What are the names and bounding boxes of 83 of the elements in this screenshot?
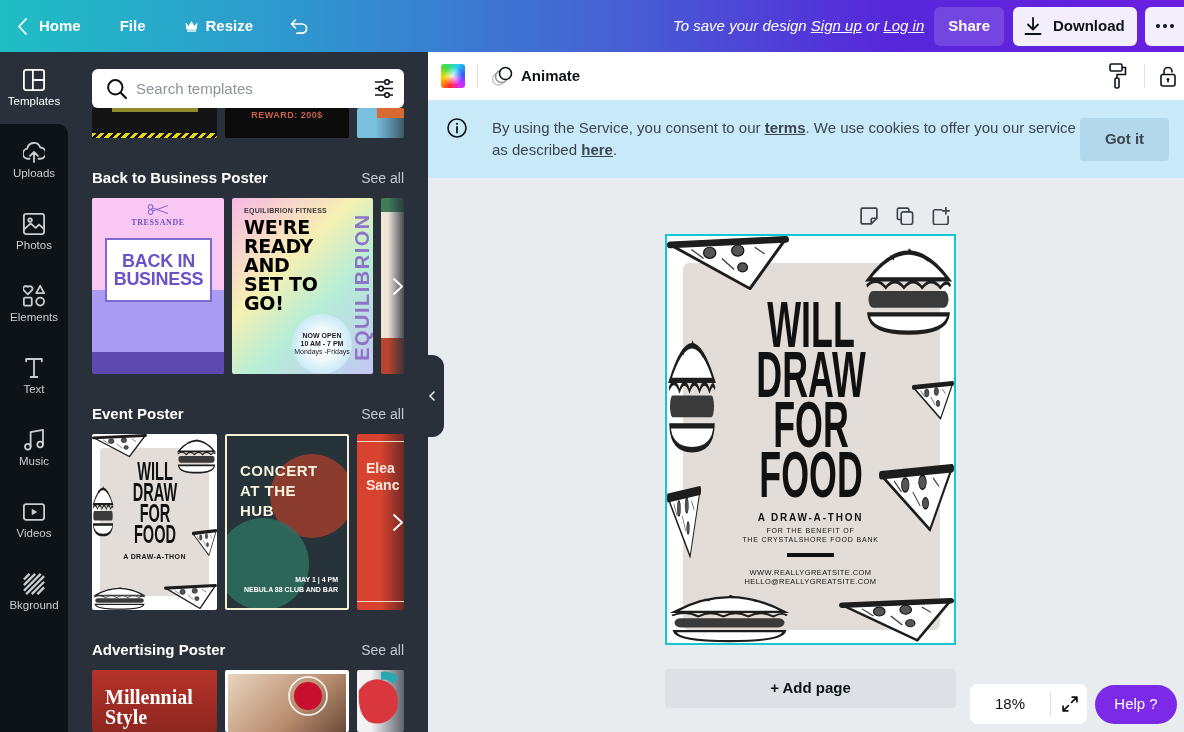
template-thumbnail[interactable]: TRESSANDE BACK IN BUSINESS [92, 198, 224, 374]
here-link[interactable]: here [581, 141, 613, 158]
cookie-notice-text: By using the Service, you consent to our terms. We use cookies to offer you our service as described here. [492, 118, 1077, 160]
add-page-icon[interactable] [932, 207, 950, 225]
sidebar-tab[interactable]: Photos [0, 196, 68, 268]
template-thumbnail[interactable] [92, 108, 217, 138]
section-title: Event Poster [92, 403, 184, 424]
help-button[interactable]: Help ? [1095, 685, 1177, 724]
more-icon [1155, 24, 1174, 28]
more-options-button[interactable] [1145, 6, 1184, 46]
sidebar-tab[interactable]: Uploads [0, 124, 68, 196]
burger-drawing [92, 584, 147, 610]
layout-icon [23, 69, 45, 91]
overlapping-circles-icon [491, 66, 513, 86]
scissors-icon [147, 204, 169, 215]
see-all-link[interactable]: See all [361, 167, 404, 189]
pizza-slice-drawing [92, 434, 147, 458]
stripes-icon [23, 573, 45, 595]
template-thumbnail[interactable] [357, 670, 404, 732]
note-icon[interactable] [860, 207, 878, 225]
chevron-right-icon[interactable] [393, 278, 403, 295]
template-headline: Elea [366, 460, 396, 477]
sidebar-tab[interactable]: Text [0, 340, 68, 412]
circle-emblem-icon [288, 676, 328, 716]
sidebar-tab[interactable]: Bkground [0, 556, 68, 628]
vertical-brand-text: EQUILIBRION [352, 212, 372, 363]
download-button[interactable]: Download [1013, 6, 1137, 46]
sidebar-tab[interactable]: Music [0, 412, 68, 484]
info-icon [447, 118, 467, 138]
template-headline: REWARD: 200$ [251, 110, 323, 120]
sidebar-tab[interactable]: Elements [0, 268, 68, 340]
animate-button[interactable]: Animate [491, 58, 581, 94]
got-it-button[interactable]: Got it [1080, 117, 1169, 161]
collapse-panel-handle[interactable] [428, 355, 444, 437]
section-title: Back to Business Poster [92, 167, 268, 188]
template-thumbnail[interactable] [357, 108, 404, 138]
see-all-link[interactable]: See all [361, 639, 404, 661]
pizza-slice-drawing [912, 381, 954, 421]
section-title: Advertising Poster [92, 639, 226, 660]
poster-subtitle: A DRAW-A-THON [757, 512, 864, 524]
zoom-level-button[interactable]: 18% [970, 684, 1050, 724]
save-prompt-text: To save your design Sign up or Log in [673, 15, 925, 36]
undo-icon[interactable] [290, 18, 309, 34]
color-swatch-icon[interactable] [441, 64, 465, 88]
brand-name: TRESSANDE [131, 218, 185, 228]
log-in-link[interactable]: Log in [883, 16, 925, 34]
filter-icon[interactable] [374, 79, 394, 98]
download-icon [1024, 17, 1042, 35]
template-headline: WILL DRAW FOR FOOD [131, 461, 178, 545]
pizza-slice-drawing [164, 584, 217, 610]
template-headline: Millennial Style [105, 687, 194, 727]
chevron-right-icon[interactable] [393, 514, 403, 531]
search-icon [107, 79, 127, 99]
template-headline: BACK IN BUSINESS [112, 252, 205, 288]
cloud-upload-icon [23, 141, 45, 163]
template-thumbnail[interactable]: Millennial Style [92, 670, 217, 732]
lock-icon[interactable] [1160, 65, 1176, 87]
accent-bar [787, 553, 834, 557]
expand-icon[interactable] [1062, 696, 1078, 712]
template-headline: Sanc [366, 477, 400, 494]
terms-link[interactable]: terms [764, 119, 806, 136]
template-thumbnail[interactable]: REWARD: 200$ [225, 108, 349, 138]
see-all-link[interactable]: See all [361, 403, 404, 425]
pizza-slice-drawing [192, 529, 217, 557]
crown-icon [184, 20, 198, 32]
play-icon [23, 501, 45, 523]
chevron-left-icon [18, 17, 27, 35]
poster-headline: WILL DRAW FOR FOOD [754, 300, 867, 500]
chevron-left-icon [429, 391, 435, 401]
shapes-icon [23, 285, 45, 307]
image-icon [23, 213, 45, 235]
sidebar-tab[interactable]: Videos [0, 484, 68, 556]
search-field[interactable]: Search templates [92, 69, 404, 108]
sign-up-link[interactable]: Sign up [810, 16, 862, 34]
share-button[interactable]: Share [934, 6, 1004, 46]
add-page-button[interactable]: + Add page [665, 669, 956, 708]
template-thumbnail[interactable]: Elea Sanc [357, 434, 404, 610]
template-thumbnail[interactable] [381, 198, 404, 374]
music-note-icon [23, 429, 45, 451]
paint-roller-icon[interactable] [1109, 63, 1127, 89]
template-headline: WE'RE READY AND SET TO GO! [244, 218, 319, 313]
text-icon [23, 357, 45, 379]
copy-icon[interactable] [896, 207, 914, 225]
